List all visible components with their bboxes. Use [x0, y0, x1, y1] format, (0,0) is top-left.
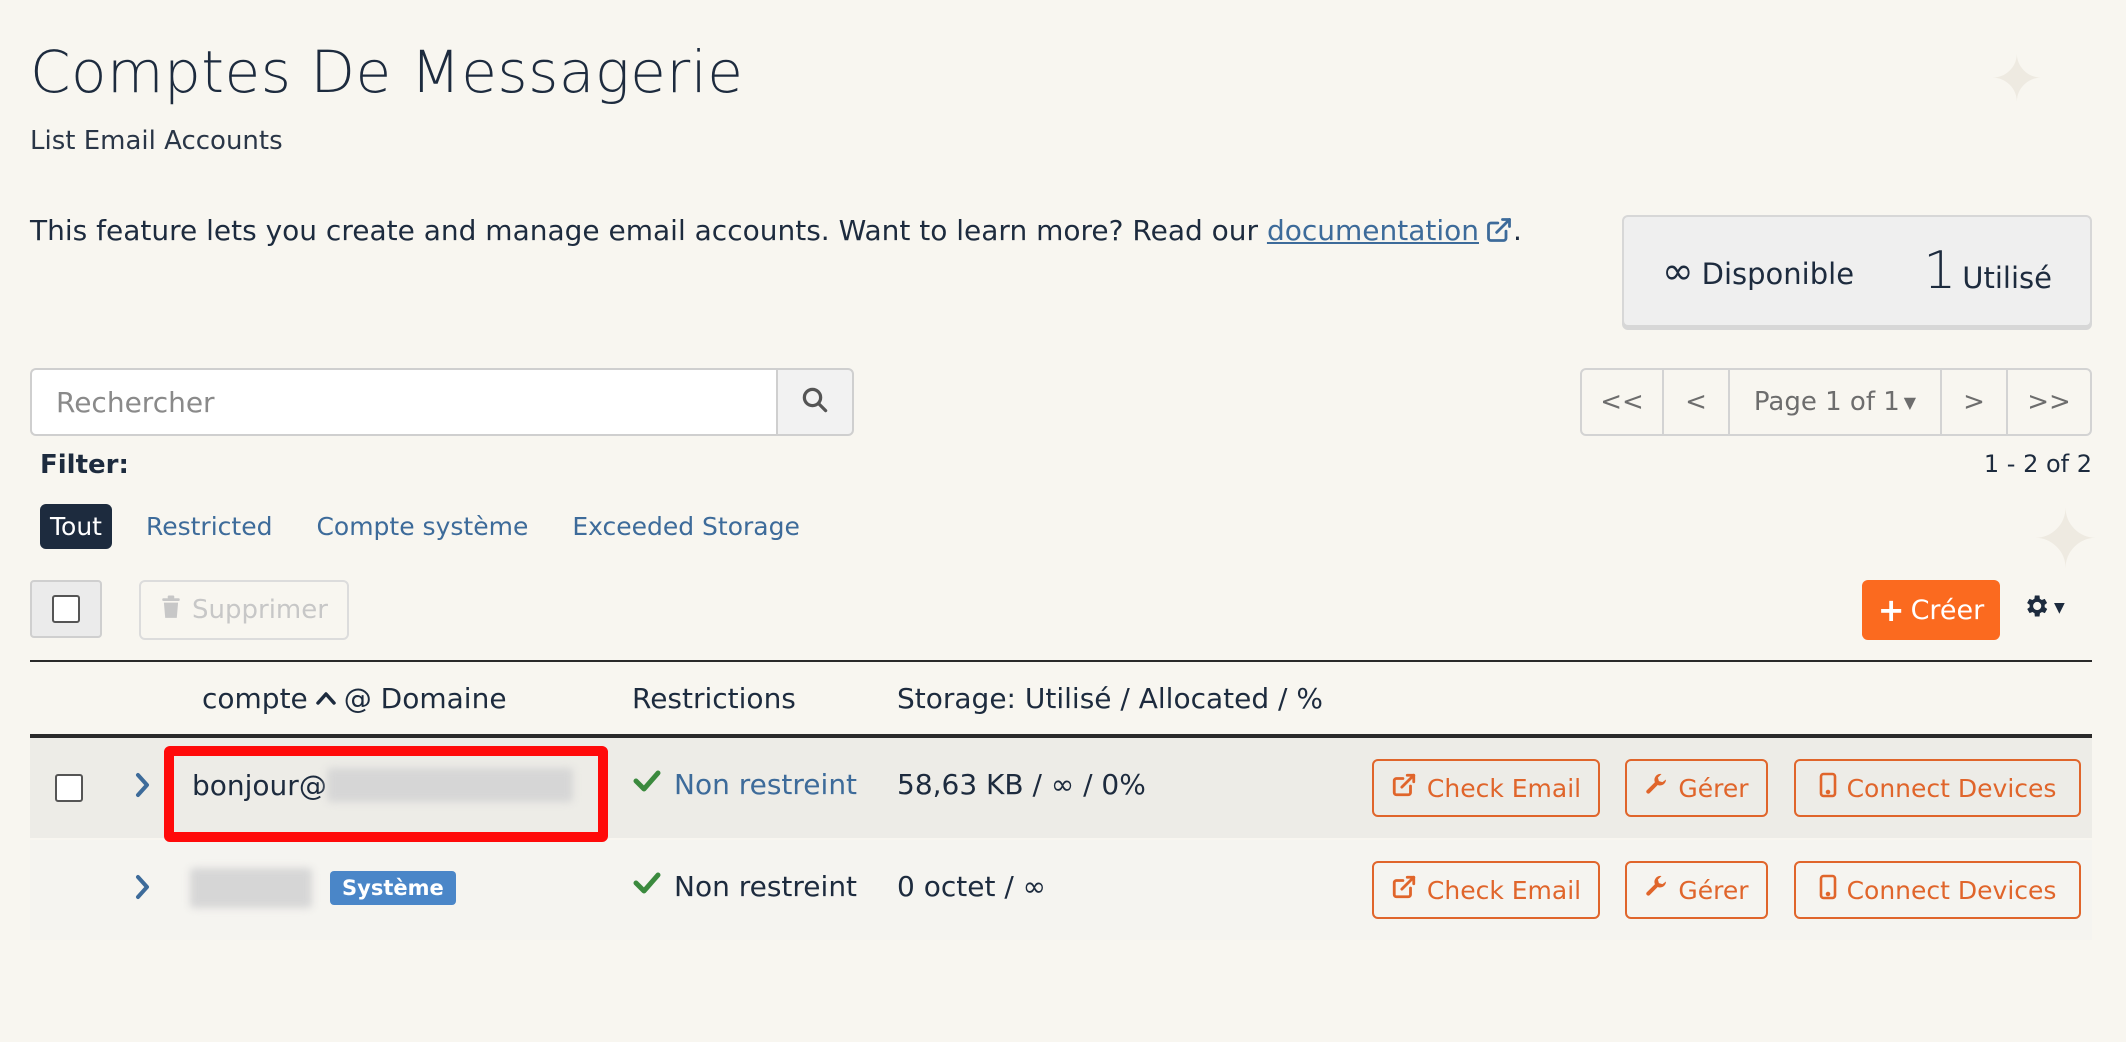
column-header-storage: Storage: Utilisé / Allocated / %	[897, 682, 1323, 715]
column-header-restrictions: Restrictions	[632, 682, 796, 715]
caret-down-icon: ▼	[2054, 600, 2065, 616]
restriction-status: Non restreint	[674, 870, 858, 903]
select-all-container	[30, 580, 102, 638]
search-bar	[30, 368, 854, 436]
domain-header-label: @ Domaine	[343, 682, 507, 715]
available-value: ∞	[1662, 249, 1694, 293]
page-select-label: Page 1 of 1	[1753, 387, 1900, 417]
filter-system-account[interactable]: Compte système	[306, 504, 538, 549]
row-checkbox[interactable]	[55, 774, 83, 802]
documentation-link[interactable]: documentation	[1267, 214, 1479, 247]
usage-stats: ∞ Disponible 1 Utilisé	[1622, 215, 2092, 327]
external-link-icon	[1391, 874, 1417, 906]
external-link-icon[interactable]	[1485, 216, 1513, 251]
check-email-label: Check Email	[1426, 773, 1582, 803]
connect-devices-label: Connect Devices	[1846, 773, 2057, 803]
first-page-button[interactable]: <<	[1582, 370, 1664, 434]
prev-page-button[interactable]: <	[1664, 370, 1730, 434]
mobile-phone-icon	[1819, 874, 1837, 906]
sparkle-decoration: ✦	[1990, 43, 2044, 117]
filter-chips: Tout Restricted Compte système Exceeded …	[40, 504, 834, 549]
check-email-label: Check Email	[1426, 875, 1582, 905]
check-icon	[632, 870, 662, 903]
used-stat: 1 Utilisé	[1923, 241, 2052, 301]
check-email-button[interactable]: Check Email	[1372, 861, 1600, 919]
wrench-icon	[1644, 773, 1668, 803]
available-label: Disponible	[1701, 257, 1855, 291]
page-select[interactable]: Page 1 of 1 ▼	[1730, 370, 1942, 434]
table-row: Système Non restreint 0 octet / ∞ Check …	[30, 840, 2092, 940]
chevron-right-icon[interactable]	[134, 770, 152, 804]
search-input[interactable]	[30, 368, 776, 436]
delete-button[interactable]: Supprimer	[139, 580, 349, 640]
filter-restricted[interactable]: Restricted	[136, 504, 282, 549]
intro-text: This feature lets you create and manage …	[30, 214, 1267, 247]
feature-description: This feature lets you create and manage …	[30, 214, 1522, 251]
mobile-phone-icon	[1819, 772, 1837, 804]
pagination: << < Page 1 of 1 ▼ > >>	[1580, 368, 2092, 436]
select-all-checkbox[interactable]	[52, 595, 80, 623]
sparkle-decoration: ✦	[2032, 493, 2100, 586]
plus-icon: +	[1877, 591, 1905, 629]
sort-ascending-icon	[314, 682, 338, 715]
search-button[interactable]	[776, 368, 854, 436]
external-link-icon	[1391, 772, 1417, 804]
create-label: Créer	[1910, 594, 1985, 626]
manage-button[interactable]: Gérer	[1625, 759, 1768, 817]
redacted-account	[190, 868, 312, 908]
delete-label: Supprimer	[192, 595, 328, 625]
filter-exceeded-storage[interactable]: Exceeded Storage	[562, 504, 810, 549]
search-icon	[800, 385, 830, 419]
check-icon	[632, 768, 662, 801]
connect-devices-button[interactable]: Connect Devices	[1794, 861, 2081, 919]
check-email-button[interactable]: Check Email	[1372, 759, 1600, 817]
account-header-label: compte	[202, 682, 308, 715]
chevron-right-icon[interactable]	[134, 872, 152, 906]
connect-devices-button[interactable]: Connect Devices	[1794, 759, 2081, 817]
restriction-cell: Non restreint	[632, 870, 857, 903]
used-label: Utilisé	[1962, 261, 2052, 295]
page-subtitle: List Email Accounts	[30, 126, 283, 156]
last-page-button[interactable]: >>	[2008, 370, 2090, 434]
settings-dropdown[interactable]: ▼	[2022, 592, 2065, 624]
storage-cell: 58,63 KB / ∞ / 0%	[897, 768, 1146, 801]
next-page-button[interactable]: >	[1942, 370, 2008, 434]
connect-devices-label: Connect Devices	[1846, 875, 2057, 905]
available-stat: ∞ Disponible	[1662, 249, 1854, 293]
filter-label: Filter:	[40, 450, 129, 480]
caret-down-icon: ▼	[1903, 392, 1917, 412]
manage-button[interactable]: Gérer	[1625, 861, 1768, 919]
highlight-annotation	[164, 746, 608, 842]
gear-icon	[2022, 592, 2050, 624]
manage-label: Gérer	[1678, 875, 1749, 905]
restriction-cell: Non restreint	[632, 768, 857, 801]
trash-icon	[160, 595, 182, 626]
manage-label: Gérer	[1678, 773, 1749, 803]
filter-all[interactable]: Tout	[40, 504, 112, 549]
table-top-divider	[30, 660, 2092, 662]
restriction-status[interactable]: Non restreint	[674, 768, 857, 801]
used-value: 1	[1923, 241, 1957, 301]
system-badge: Système	[330, 871, 456, 905]
page-title: Comptes De Messagerie	[30, 38, 744, 106]
account-cell: Système	[190, 868, 456, 908]
create-button[interactable]: + Créer	[1862, 580, 2000, 640]
intro-end: .	[1513, 214, 1522, 247]
storage-cell: 0 octet / ∞	[897, 870, 1046, 903]
wrench-icon	[1644, 875, 1668, 905]
column-header-account[interactable]: compte @ Domaine	[202, 682, 507, 715]
result-count: 1 - 2 of 2	[1983, 450, 2092, 478]
